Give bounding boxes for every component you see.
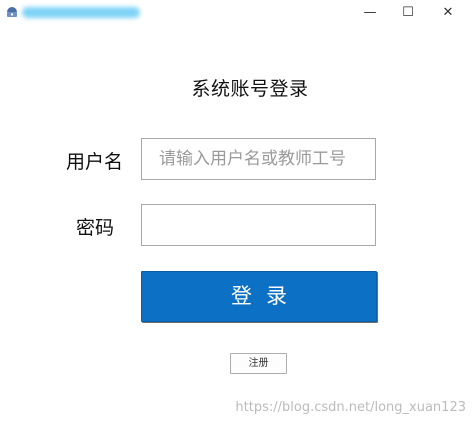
- password-label: 密码: [76, 217, 115, 239]
- minimize-button[interactable]: —: [352, 3, 388, 23]
- username-input[interactable]: [141, 138, 376, 180]
- title-bar: — ☐ ✕: [0, 0, 474, 26]
- register-button[interactable]: 注册: [230, 353, 287, 374]
- maximize-button[interactable]: ☐: [390, 3, 426, 23]
- password-input[interactable]: [141, 204, 376, 246]
- watermark: https://blog.csdn.net/long_xuan123: [235, 400, 466, 415]
- close-button[interactable]: ✕: [430, 3, 466, 23]
- page-title: 系统账号登录: [191, 78, 309, 100]
- username-label: 用户名: [66, 151, 124, 173]
- window-title: [22, 7, 140, 18]
- login-button[interactable]: 登录: [141, 271, 377, 322]
- app-icon: [7, 7, 17, 17]
